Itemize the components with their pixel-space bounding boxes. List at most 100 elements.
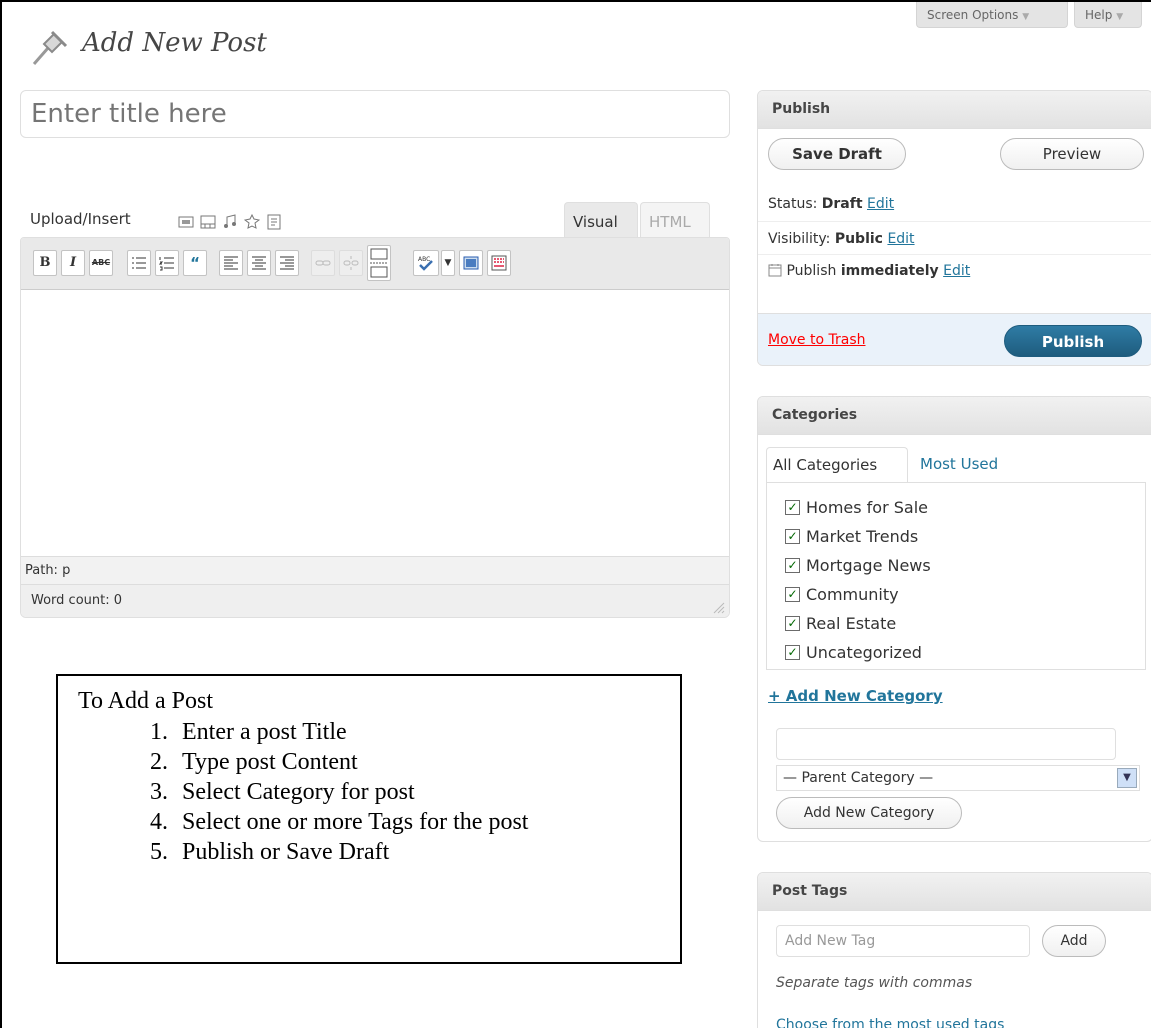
insert-link-button[interactable] — [311, 250, 335, 276]
post-tags-box-title: Post Tags — [758, 873, 1151, 911]
word-count-label: Word count: 0 — [31, 593, 123, 608]
tags-hint: Separate tags with commas — [776, 975, 973, 991]
fullscreen-icon — [463, 256, 479, 270]
post-title-input[interactable] — [20, 90, 730, 138]
publish-button[interactable]: Publish — [1004, 325, 1142, 357]
spellcheck-icon: ABC — [418, 256, 433, 271]
bullet-list-button[interactable] — [127, 250, 151, 276]
category-item[interactable]: ✓ Homes for Sale — [767, 493, 1145, 522]
more-tag-icon — [370, 248, 388, 278]
align-left-button[interactable] — [219, 250, 243, 276]
divider — [758, 254, 1151, 255]
checkbox-checked-icon[interactable]: ✓ — [785, 529, 800, 544]
preview-button[interactable]: Preview — [1000, 138, 1144, 170]
add-tag-button[interactable]: Add — [1042, 925, 1106, 957]
add-new-category-button[interactable]: Add New Category — [776, 797, 962, 829]
post-tags-box: Post Tags Add New Tag Add Separate tags … — [757, 872, 1151, 1028]
unlink-button[interactable] — [339, 250, 363, 276]
screen-options-label: Screen Options — [927, 8, 1019, 22]
move-to-trash-link[interactable]: Move to Trash — [768, 332, 866, 348]
page: Add New Post Screen Options ▼ Help ▼ Upl… — [0, 0, 1151, 1028]
edit-schedule-link[interactable]: Edit — [943, 263, 970, 279]
tab-all-categories[interactable]: All Categories — [766, 447, 908, 483]
bullet-list-icon — [132, 257, 146, 269]
tab-visual[interactable]: Visual — [564, 202, 638, 238]
align-right-icon — [280, 256, 294, 270]
category-item[interactable]: ✓ Real Estate — [767, 609, 1145, 638]
help-tab[interactable]: Help ▼ — [1074, 2, 1142, 28]
upload-insert-label: Upload/Insert — [30, 210, 131, 228]
page-title: Add New Post — [82, 28, 267, 58]
category-label: Homes for Sale — [806, 498, 929, 517]
resize-handle-icon[interactable] — [711, 600, 725, 614]
post-content-editor: B I ABC “ ABC ▼ Path: p Word count: 0 — [20, 237, 730, 618]
edit-visibility-link[interactable]: Edit — [887, 231, 914, 247]
save-draft-button[interactable]: Save Draft — [768, 138, 906, 170]
tab-most-used[interactable]: Most Used — [920, 455, 998, 473]
category-item[interactable]: ✓ Mortgage News — [767, 551, 1145, 580]
publish-box-title: Publish — [758, 91, 1151, 129]
add-image-icon[interactable] — [178, 214, 194, 230]
checkbox-checked-icon[interactable]: ✓ — [785, 558, 800, 573]
numbered-list-icon — [158, 257, 174, 271]
callout-heading: To Add a Post — [78, 688, 213, 714]
link-icon — [315, 260, 331, 266]
checkbox-checked-icon[interactable]: ✓ — [785, 500, 800, 515]
category-checklist: ✓ Homes for Sale ✓ Market Trends ✓ Mortgage… — [766, 482, 1146, 670]
chevron-down-icon[interactable]: ▼ — [1117, 768, 1137, 788]
category-label: Market Trends — [806, 527, 919, 546]
new-category-input[interactable] — [776, 728, 1116, 760]
edit-status-link[interactable]: Edit — [867, 196, 894, 212]
italic-button[interactable]: I — [61, 250, 85, 276]
category-label: Uncategorized — [806, 643, 922, 662]
spellcheck-button[interactable]: ABC — [413, 250, 439, 276]
category-item[interactable]: ✓ Community — [767, 580, 1145, 609]
align-center-button[interactable] — [247, 250, 271, 276]
visibility-row: Visibility: Public Edit — [758, 231, 1151, 247]
category-item[interactable]: ✓ Uncategorized — [767, 638, 1145, 667]
add-document-icon[interactable] — [266, 214, 282, 230]
pushpin-icon — [32, 30, 68, 65]
callout-steps: Enter a post Title Type post Content Sel… — [174, 717, 660, 867]
screen-options-tab[interactable]: Screen Options ▼ — [916, 2, 1068, 28]
add-video-icon[interactable] — [200, 214, 216, 230]
status-row: Status: Draft Edit — [758, 196, 1151, 212]
align-right-button[interactable] — [275, 250, 299, 276]
checkbox-checked-icon[interactable]: ✓ — [785, 645, 800, 660]
category-item[interactable]: ✓ Market Trends — [767, 522, 1145, 551]
categories-box-title: Categories — [758, 397, 1151, 435]
category-label: Mortgage News — [806, 556, 931, 575]
callout-step: Enter a post Title — [174, 717, 660, 747]
visibility-value: Public — [834, 231, 883, 247]
blockquote-button[interactable]: “ — [183, 250, 207, 276]
tab-html[interactable]: HTML — [640, 202, 710, 238]
align-left-icon — [224, 256, 238, 270]
add-media-icon[interactable] — [244, 214, 260, 230]
categories-box: Categories All Categories Most Used ✓ Hom… — [757, 396, 1151, 842]
schedule-row: Publish immediately Edit — [758, 263, 1151, 279]
numbered-list-button[interactable] — [155, 250, 179, 276]
insert-more-button[interactable] — [367, 245, 391, 281]
new-tag-input[interactable]: Add New Tag — [776, 925, 1030, 957]
category-label: Community — [806, 585, 899, 604]
bold-button[interactable]: B — [33, 250, 57, 276]
calendar-icon — [768, 264, 782, 277]
unlink-icon — [343, 256, 359, 270]
fullscreen-button[interactable] — [459, 250, 483, 276]
kitchen-sink-icon — [491, 255, 507, 271]
status-label: Status: — [768, 196, 818, 212]
kitchen-sink-button[interactable] — [487, 250, 511, 276]
choose-most-used-tags-link[interactable]: Choose from the most used tags — [776, 1017, 1004, 1028]
checkbox-checked-icon[interactable]: ✓ — [785, 616, 800, 631]
add-new-category-link[interactable]: + Add New Category — [768, 687, 943, 705]
editor-content-area[interactable] — [21, 290, 729, 556]
spellcheck-menu-button[interactable]: ▼ — [441, 250, 455, 276]
callout-step: Publish or Save Draft — [174, 837, 660, 867]
checkbox-checked-icon[interactable]: ✓ — [785, 587, 800, 602]
schedule-value: immediately — [840, 263, 939, 279]
publish-box: Publish Save Draft Preview Status: Draft… — [757, 90, 1151, 366]
schedule-label: Publish — [786, 263, 837, 279]
add-audio-icon[interactable] — [222, 214, 238, 230]
strikethrough-button[interactable]: ABC — [89, 250, 113, 276]
parent-category-select[interactable]: — Parent Category — ▼ — [776, 765, 1140, 791]
